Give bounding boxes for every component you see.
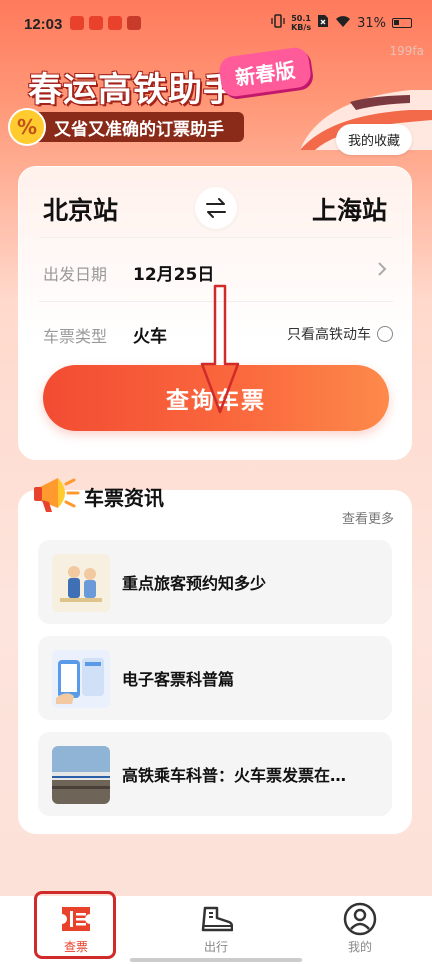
net-speed: 50.1 KB/s [291, 14, 311, 32]
subtitle-banner: 又省又准确的订票助手 [24, 112, 244, 142]
app-notification-icon [108, 16, 122, 30]
highspeed-only-toggle[interactable]: 只看高铁动车 [287, 324, 393, 344]
tab-travel[interactable]: 出行 [176, 896, 256, 964]
app-notification-icon [70, 16, 84, 30]
news-item-title: 重点旅客预约知多少 [122, 574, 267, 593]
travelers-thumbnail [52, 554, 110, 612]
news-item[interactable]: 高铁乘车科普：火车票发票在… [38, 732, 392, 816]
net-speed-value: 50.1 [291, 14, 311, 23]
tab-label: 出行 [203, 940, 228, 954]
status-right: 50.1 KB/s 31% [271, 14, 412, 32]
annotation-highlight-box [34, 891, 116, 959]
favorites-button[interactable]: 我的收藏 [335, 124, 412, 155]
divider [39, 237, 393, 238]
no-sim-icon [317, 14, 329, 32]
date-value[interactable]: 12月25日 [133, 260, 214, 285]
phone-ticket-thumbnail [52, 650, 110, 708]
news-item[interactable]: 重点旅客预约知多少 [38, 540, 392, 624]
news-section-title: 车票资讯 [84, 486, 164, 510]
news-item-title: 高铁乘车科普：火车票发票在… [122, 766, 347, 785]
arrival-station[interactable]: 上海站 [312, 191, 387, 227]
net-speed-unit: KB/s [291, 23, 312, 32]
notification-icons [70, 16, 141, 30]
profile-icon [342, 902, 378, 936]
watermark: 199fa [389, 44, 424, 58]
battery-percent: 31% [357, 15, 386, 31]
news-item-title: 电子客票科普篇 [122, 670, 235, 689]
vibrate-icon [271, 14, 285, 32]
tab-profile[interactable]: 我的 [320, 896, 400, 964]
wifi-icon [335, 15, 351, 32]
home-indicator [130, 958, 302, 962]
shoe-icon [198, 902, 234, 936]
highspeed-only-radio[interactable] [377, 326, 393, 342]
status-time: 12:03 [24, 16, 63, 33]
percent-icon: % [8, 108, 46, 146]
battery-icon [392, 18, 412, 28]
train-photo-thumbnail [52, 746, 110, 804]
news-card: 车票资讯 查看更多 重点旅客预约知多少 电子客票科普篇 高铁乘车科普：火车票发票… [18, 478, 412, 834]
swap-icon [206, 198, 226, 218]
ticket-type-value[interactable]: 火车 [133, 322, 167, 347]
swap-stations-button[interactable] [195, 187, 237, 229]
date-label: 出发日期 [43, 265, 108, 284]
news-item[interactable]: 电子客票科普篇 [38, 636, 392, 720]
ticket-type-label: 车票类型 [43, 327, 108, 346]
chevron-right-icon[interactable] [377, 261, 387, 281]
megaphone-icon [32, 472, 82, 520]
tab-label: 我的 [347, 940, 372, 954]
crown-icon [127, 16, 141, 30]
highspeed-only-label: 只看高铁动车 [287, 327, 371, 343]
page-title: 春运高铁助手 [28, 70, 238, 110]
departure-station[interactable]: 北京站 [43, 191, 118, 227]
see-more-link[interactable]: 查看更多 [342, 508, 394, 527]
app-notification-icon [89, 16, 103, 30]
annotation-arrow-icon [200, 284, 240, 414]
